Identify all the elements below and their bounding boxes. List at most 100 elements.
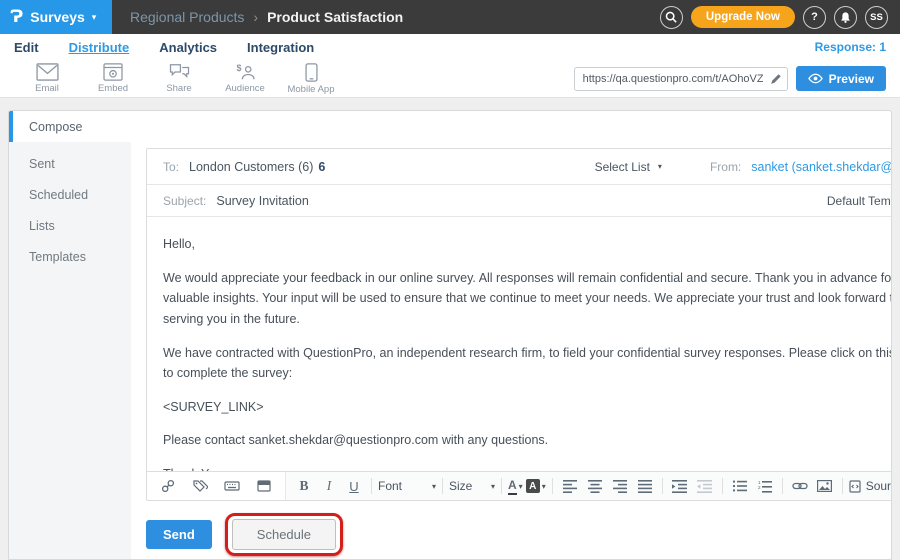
notifications-button[interactable] <box>834 6 857 29</box>
channel-mobile-app[interactable]: Mobile App <box>278 63 344 95</box>
to-value[interactable]: London Customers (6) <box>189 160 313 174</box>
text-color-button[interactable]: A ▾ <box>508 478 523 495</box>
sidebar-item-sent[interactable]: Sent <box>9 148 131 179</box>
body-paragraph: Please contact sanket.shekdar@questionpr… <box>163 430 892 451</box>
tab-edit[interactable]: Edit <box>14 40 39 55</box>
toolbar-divider <box>552 478 553 494</box>
upgrade-now-button[interactable]: Upgrade Now <box>691 6 795 28</box>
embed-icon <box>103 63 123 81</box>
subject-row: Subject: Survey Invitation Default Templ… <box>147 185 892 217</box>
send-button[interactable]: Send <box>146 520 212 549</box>
numbered-list-icon[interactable]: 12 <box>754 476 776 497</box>
highlight-color-icon: A <box>526 479 540 493</box>
editor-toolbar: B I U Font ▾ Size ▾ A <box>147 471 892 500</box>
indent-decrease-icon[interactable] <box>694 476 716 497</box>
sidebar-item-lists[interactable]: Lists <box>9 210 131 241</box>
email-sidebar: Compose Sent Scheduled Lists Templates <box>9 111 131 559</box>
italic-button[interactable]: I <box>318 476 340 497</box>
size-dropdown[interactable]: Size ▾ <box>449 479 495 493</box>
edit-url-pencil-icon[interactable] <box>770 73 782 85</box>
questionpro-logo-icon: Ɂ <box>10 9 23 26</box>
from-group: From: sanket (sanket.shekdar@ques... <box>710 160 892 174</box>
toolbar-divider <box>662 478 663 494</box>
sidebar-inactive-group: Sent Scheduled Lists Templates <box>9 142 131 559</box>
toolbar-divider <box>442 478 443 494</box>
channel-embed-label: Embed <box>98 83 128 94</box>
action-buttons-row: Send Schedule <box>146 519 892 550</box>
help-button[interactable]: ? <box>803 6 826 29</box>
subject-value[interactable]: Survey Invitation <box>216 194 308 208</box>
highlight-color-button[interactable]: A ▾ <box>526 479 546 493</box>
preview-label: Preview <box>829 72 874 86</box>
chevron-down-icon: ▾ <box>491 482 495 491</box>
bulleted-list-icon[interactable] <box>729 476 751 497</box>
toolbar-divider <box>782 478 783 494</box>
tab-integration[interactable]: Integration <box>247 40 314 55</box>
body-paragraph: Hello, <box>163 234 892 255</box>
insert-image-icon[interactable] <box>814 476 836 497</box>
hyperlink-icon[interactable] <box>789 476 811 497</box>
font-dropdown-label: Font <box>378 479 402 493</box>
email-body-editor[interactable]: Hello, We would appreciate your feedback… <box>147 217 892 471</box>
schedule-button[interactable]: Schedule <box>232 519 336 550</box>
select-list-label: Select List <box>595 160 650 174</box>
survey-link-icon[interactable] <box>157 476 179 497</box>
survey-url-input[interactable] <box>574 67 788 91</box>
tab-distribute[interactable]: Distribute <box>69 40 130 55</box>
body-paragraph: Thank You <box>163 464 892 471</box>
app-logo[interactable]: Ɂ Surveys ▾ <box>0 0 112 34</box>
keyboard-icon[interactable] <box>221 476 243 497</box>
distribute-channels-toolbar: Email Embed Share $ Audience Mobile App <box>0 60 900 98</box>
to-row: To: London Customers (6) 6 Select List ▾… <box>147 149 892 185</box>
align-justify-icon[interactable] <box>634 476 656 497</box>
channel-audience-label: Audience <box>225 83 265 94</box>
source-label: Source <box>866 479 892 493</box>
audience-icon: $ <box>234 63 257 81</box>
email-icon <box>36 63 59 81</box>
merge-tag-icon[interactable] <box>189 476 211 497</box>
compose-main: To: London Customers (6) 6 Select List ▾… <box>131 111 892 559</box>
bell-icon <box>840 11 851 24</box>
product-switcher-label: Surveys <box>30 9 84 25</box>
body-paragraph: We have contracted with QuestionPro, an … <box>163 343 892 384</box>
channel-audience[interactable]: $ Audience <box>212 63 278 94</box>
compose-form: To: London Customers (6) 6 Select List ▾… <box>146 148 892 501</box>
select-list-dropdown[interactable]: Select List ▾ <box>595 160 662 174</box>
align-left-icon[interactable] <box>559 476 581 497</box>
channel-embed[interactable]: Embed <box>80 63 146 94</box>
insert-button-icon[interactable] <box>253 476 275 497</box>
preview-button[interactable]: Preview <box>796 66 886 91</box>
sidebar-item-compose[interactable]: Compose <box>9 111 131 142</box>
schedule-button-wrap: Schedule <box>232 519 336 550</box>
sidebar-item-scheduled[interactable]: Scheduled <box>9 179 131 210</box>
indent-increase-icon[interactable] <box>669 476 691 497</box>
search-button[interactable] <box>660 6 683 29</box>
underline-button[interactable]: U <box>343 476 365 497</box>
chevron-down-icon: ▾ <box>519 482 523 491</box>
survey-nav: Edit Distribute Analytics Integration Re… <box>0 34 900 60</box>
align-right-icon[interactable] <box>609 476 631 497</box>
tab-analytics[interactable]: Analytics <box>159 40 217 55</box>
font-dropdown[interactable]: Font ▾ <box>378 479 436 493</box>
channel-share-label: Share <box>166 83 191 94</box>
chevron-down-icon: ▾ <box>658 162 662 171</box>
svg-text:2: 2 <box>758 485 761 490</box>
channel-email[interactable]: Email <box>14 63 80 94</box>
svg-text:$: $ <box>236 63 241 73</box>
align-center-icon[interactable] <box>584 476 606 497</box>
share-icon <box>168 63 191 81</box>
channel-email-label: Email <box>35 83 59 94</box>
user-avatar[interactable]: SS <box>865 6 888 29</box>
breadcrumb-folder[interactable]: Regional Products <box>130 9 244 25</box>
to-label: To: <box>163 160 179 174</box>
from-value[interactable]: sanket (sanket.shekdar@ques... <box>751 160 892 174</box>
channel-share[interactable]: Share <box>146 63 212 94</box>
eye-icon <box>808 73 823 84</box>
source-button[interactable]: Source <box>849 479 892 493</box>
survey-link-group: Preview <box>574 66 886 91</box>
template-dropdown[interactable]: Default Template ▾ <box>827 194 892 208</box>
chevron-down-icon: ▾ <box>432 482 436 491</box>
bold-button[interactable]: B <box>293 476 315 497</box>
sidebar-item-templates[interactable]: Templates <box>9 241 131 272</box>
toolbar-divider <box>371 478 372 494</box>
